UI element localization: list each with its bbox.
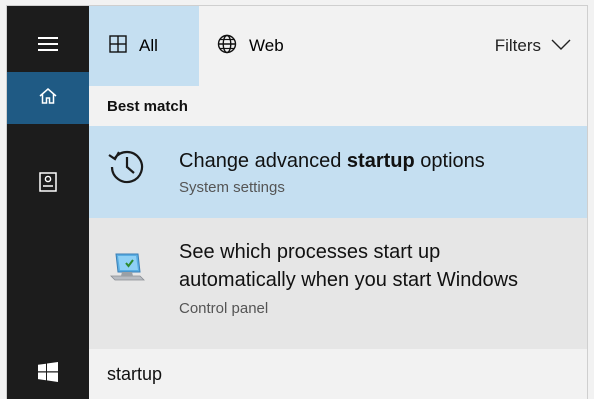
result-title-line-1: See which processes start up xyxy=(179,241,441,263)
globe-icon xyxy=(217,34,237,59)
tab-all-label: All xyxy=(139,36,158,55)
search-result-startup-processes[interactable]: See which processes start up automatical… xyxy=(89,218,587,343)
hamburger-menu-button[interactable] xyxy=(7,21,89,71)
tab-web[interactable]: Web xyxy=(217,6,284,86)
result-title: Change advanced startup options xyxy=(179,126,587,175)
start-button[interactable] xyxy=(7,349,89,399)
monitor-checkmark-icon xyxy=(107,246,147,291)
notebook-icon xyxy=(39,171,57,197)
search-result-startup-options[interactable]: Change advanced startup options System s… xyxy=(89,126,587,218)
cortana-search-window: All Web Filters Best match Change advanc… xyxy=(7,6,587,399)
results-panel: All Web Filters Best match Change advanc… xyxy=(89,6,587,399)
home-button[interactable] xyxy=(7,72,89,124)
left-rail xyxy=(7,6,89,399)
filters-button[interactable]: Filters xyxy=(495,6,571,86)
chevron-down-icon xyxy=(551,36,571,56)
result-title-pre: Change advanced xyxy=(179,150,347,172)
tab-web-label: Web xyxy=(249,36,284,55)
result-title-line-2: automatically when you start Windows xyxy=(179,269,519,291)
result-title-post: options xyxy=(414,150,485,172)
tab-all[interactable]: All xyxy=(89,6,199,86)
grid-icon xyxy=(109,34,127,58)
search-input[interactable] xyxy=(107,363,567,385)
history-clock-icon xyxy=(107,146,147,191)
scope-bar: All Web Filters xyxy=(89,6,587,86)
best-match-heading: Best match xyxy=(89,86,587,126)
hamburger-icon xyxy=(38,36,58,56)
result-title: See which processes start up automatical… xyxy=(179,218,587,294)
notebook-button[interactable] xyxy=(7,158,89,210)
result-title-highlight: startup xyxy=(346,150,415,172)
windows-logo-icon xyxy=(38,361,58,387)
filters-label: Filters xyxy=(494,36,541,55)
result-subtitle: Control panel xyxy=(179,300,269,317)
result-subtitle: System settings xyxy=(179,179,285,196)
home-icon xyxy=(38,86,58,111)
search-box[interactable] xyxy=(89,349,587,399)
